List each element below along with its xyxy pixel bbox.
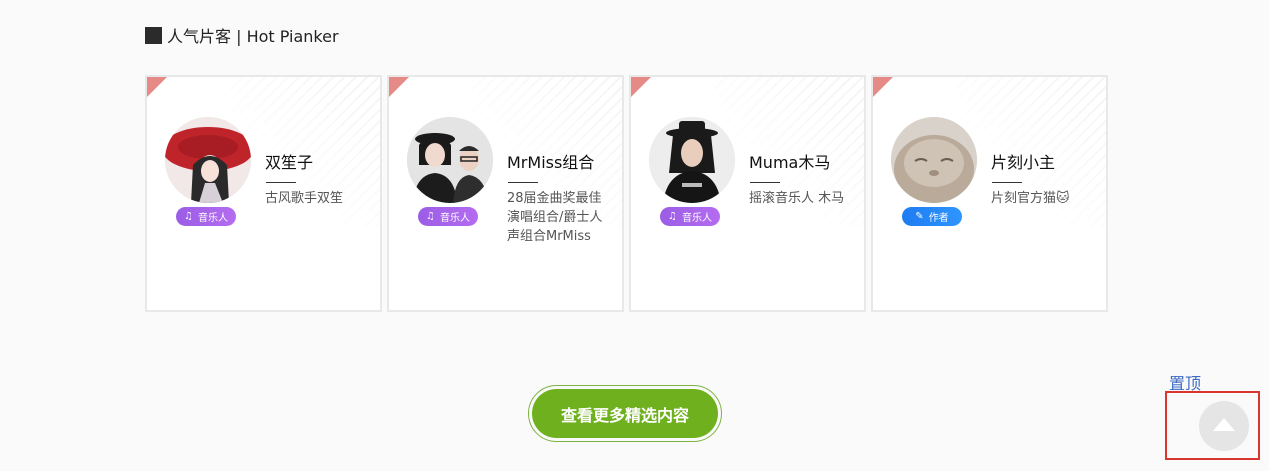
- avatar[interactable]: [407, 117, 493, 203]
- pianker-description: 28届金曲奖最佳演唱组合/爵士人声组合MrMiss: [507, 191, 603, 244]
- role-badge: ✎ 作者: [902, 207, 962, 226]
- pianker-name[interactable]: 双笙子: [265, 149, 313, 173]
- role-badge-label: 音乐人: [439, 213, 470, 224]
- more-content-button[interactable]: 查看更多精选内容: [532, 389, 718, 438]
- divider: [750, 182, 780, 183]
- back-to-top-button[interactable]: [1199, 401, 1249, 451]
- pianker-name[interactable]: 片刻小主: [991, 149, 1055, 173]
- role-badge-label: 音乐人: [681, 213, 712, 224]
- arrow-up-icon: [1213, 417, 1235, 431]
- pianker-name[interactable]: Muma木马: [749, 149, 830, 173]
- corner-flag: [631, 77, 651, 97]
- avatar[interactable]: [649, 117, 735, 203]
- pen-icon: ✎: [915, 210, 924, 222]
- pianker-card[interactable]: ♫ 音乐人 MrMiss组合 28届金曲奖最佳演唱组合/爵士人声组合MrMiss: [387, 75, 624, 312]
- avatar-image: [649, 117, 735, 203]
- corner-flag: [389, 77, 409, 97]
- avatar-image: [165, 117, 251, 203]
- avatar[interactable]: [891, 117, 977, 203]
- pianker-card[interactable]: ♫ 音乐人 双笙子 古风歌手双笙: [145, 75, 382, 312]
- pianker-card[interactable]: ✎ 作者 片刻小主 片刻官方猫🐱: [871, 75, 1108, 312]
- role-badge: ♫ 音乐人: [660, 207, 720, 226]
- divider: [508, 182, 538, 183]
- avatar[interactable]: [165, 117, 251, 203]
- corner-flag: [873, 77, 893, 97]
- section-title: 人气片客 | Hot Pianker: [167, 27, 339, 46]
- role-badge-label: 作者: [928, 213, 949, 224]
- section-header: 人气片客 | Hot Pianker: [145, 25, 339, 46]
- music-note-icon: ♫: [184, 210, 193, 222]
- hot-pianker-list: ♫ 音乐人 双笙子 古风歌手双笙 ♫ 音乐人 MrMiss组合 28届金曲奖最佳…: [145, 75, 1108, 312]
- pianker-description: 古风歌手双笙: [265, 191, 344, 206]
- section-marker-icon: [145, 26, 162, 44]
- divider: [266, 182, 296, 183]
- pianker-description: 摇滚音乐人 木马: [749, 191, 845, 206]
- role-badge: ♫ 音乐人: [418, 207, 478, 226]
- corner-flag: [147, 77, 167, 97]
- music-note-icon: ♫: [668, 210, 677, 222]
- role-badge: ♫ 音乐人: [176, 207, 236, 226]
- more-content-button-frame: 查看更多精选内容: [528, 385, 722, 442]
- music-note-icon: ♫: [426, 210, 435, 222]
- pianker-card[interactable]: ♫ 音乐人 Muma木马 摇滚音乐人 木马: [629, 75, 866, 312]
- avatar-image: [407, 117, 493, 203]
- pianker-name[interactable]: MrMiss组合: [507, 149, 594, 173]
- avatar-image: [891, 117, 977, 203]
- pianker-description: 片刻官方猫🐱: [991, 191, 1070, 206]
- role-badge-label: 音乐人: [197, 213, 228, 224]
- divider: [992, 182, 1022, 183]
